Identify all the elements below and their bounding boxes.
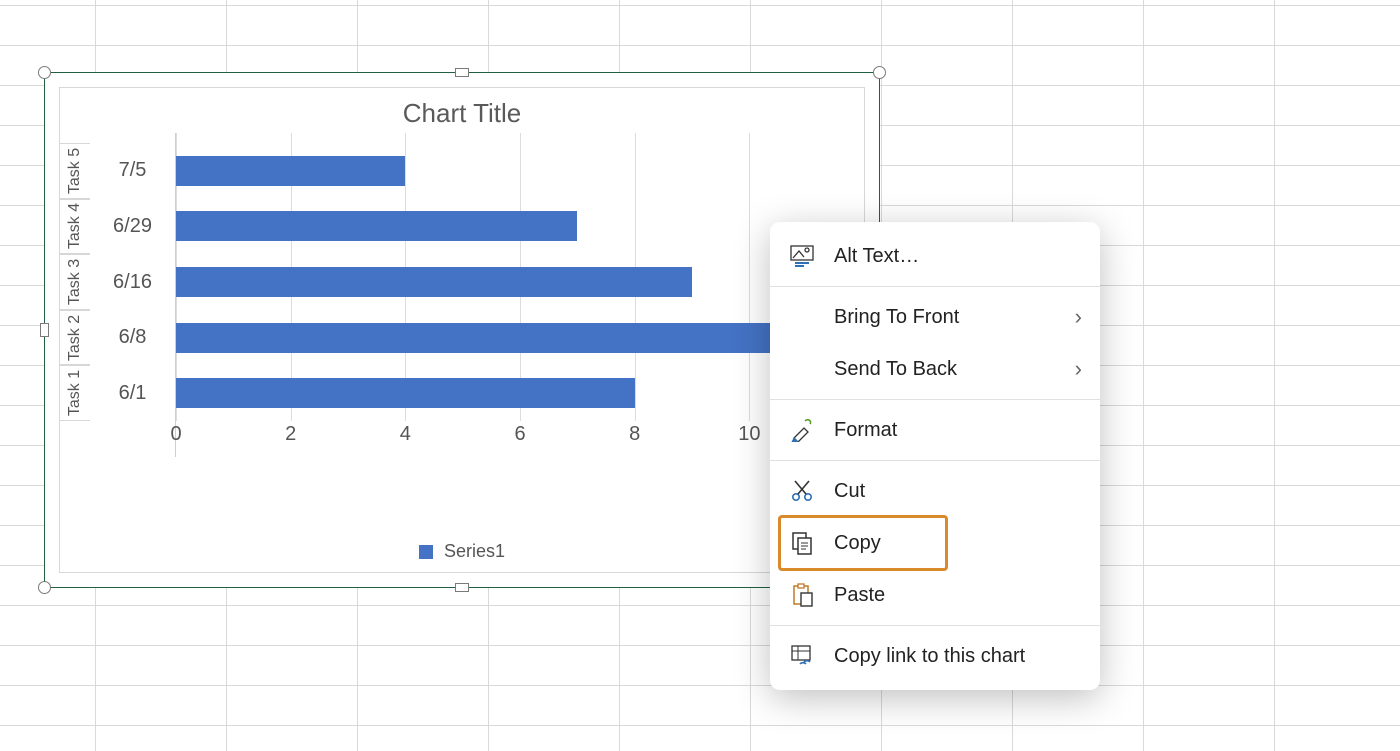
x-tick-label: 10 [738,423,760,446]
menu-item-label: Cut [834,480,1082,503]
y-outer-label: Task 2 [60,310,90,366]
menu-item-format[interactable]: Format [770,404,1100,456]
gridline [749,133,750,421]
resize-handle-bottom-left[interactable] [38,581,51,594]
paste-icon [788,581,816,609]
bar[interactable] [176,323,778,353]
cut-icon [788,477,816,505]
copy-link-icon [788,642,816,670]
y-inner-label: 6/8 [90,324,175,352]
menu-separator [770,399,1100,400]
blank-icon [788,303,816,331]
y-outer-label: Task 4 [60,199,90,255]
copy-icon [788,529,816,557]
resize-handle-left[interactable] [40,323,49,337]
menu-item-cut[interactable]: Cut [770,465,1100,517]
y-outer-label: Task 5 [60,143,90,199]
menu-separator [770,286,1100,287]
menu-item-label: Bring To Front [834,306,1057,329]
bar[interactable] [176,378,635,408]
resize-handle-top-left[interactable] [38,66,51,79]
format-icon [788,416,816,444]
x-tick-label: 8 [629,423,640,446]
x-tick-label: 4 [400,423,411,446]
y-outer-label: Task 3 [60,254,90,310]
y-inner-label: 6/29 [90,212,175,240]
x-axis-ticks: 0246810 [176,423,864,451]
chart-object[interactable]: Chart Title Task 5Task 4Task 3Task 2Task… [44,72,880,588]
menu-item-label: Copy link to this chart [834,645,1082,668]
chart-title[interactable]: Chart Title [60,88,864,133]
plot-area[interactable]: 0246810 [176,133,864,457]
y-axis-inner-category-labels: 7/5 6/29 6/16 6/8 6/1 [90,133,176,457]
chevron-right-icon: › [1075,356,1082,382]
bar[interactable] [176,156,405,186]
menu-item-label: Send To Back [834,358,1057,381]
resize-handle-top-right[interactable] [873,66,886,79]
legend-swatch [419,545,433,559]
x-tick-label: 2 [285,423,296,446]
bar[interactable] [176,211,577,241]
menu-item-paste[interactable]: Paste [770,569,1100,621]
context-menu: Alt Text… Bring To Front › Send To Back › For… [770,222,1100,690]
y-outer-label: Task 1 [60,365,90,421]
x-tick-label: 6 [514,423,525,446]
y-axis-outer-category-labels: Task 5Task 4Task 3Task 2Task 1 [60,133,90,457]
y-inner-label: 6/1 [90,379,175,407]
x-tick-label: 0 [170,423,181,446]
menu-item-alt-text[interactable]: Alt Text… [770,230,1100,282]
menu-item-label: Copy [834,532,1082,555]
chart-legend[interactable]: Series1 [60,539,864,572]
chart-area[interactable]: Chart Title Task 5Task 4Task 3Task 2Task… [59,87,865,573]
menu-separator [770,460,1100,461]
menu-item-bring-front[interactable]: Bring To Front › [770,291,1100,343]
menu-item-copy[interactable]: Copy [770,517,1100,569]
menu-item-label: Format [834,419,1082,442]
menu-separator [770,625,1100,626]
y-inner-label: 7/5 [90,157,175,185]
legend-series-label: Series1 [444,541,505,561]
resize-handle-top[interactable] [455,68,469,77]
y-inner-label: 6/16 [90,268,175,296]
menu-item-label: Alt Text… [834,245,1082,268]
resize-handle-bottom[interactable] [455,583,469,592]
chevron-right-icon: › [1075,304,1082,330]
menu-item-copy-link[interactable]: Copy link to this chart [770,630,1100,682]
bar[interactable] [176,267,692,297]
blank-icon [788,355,816,383]
menu-item-send-back[interactable]: Send To Back › [770,343,1100,395]
alt-text-icon [788,242,816,270]
menu-item-label: Paste [834,584,1082,607]
